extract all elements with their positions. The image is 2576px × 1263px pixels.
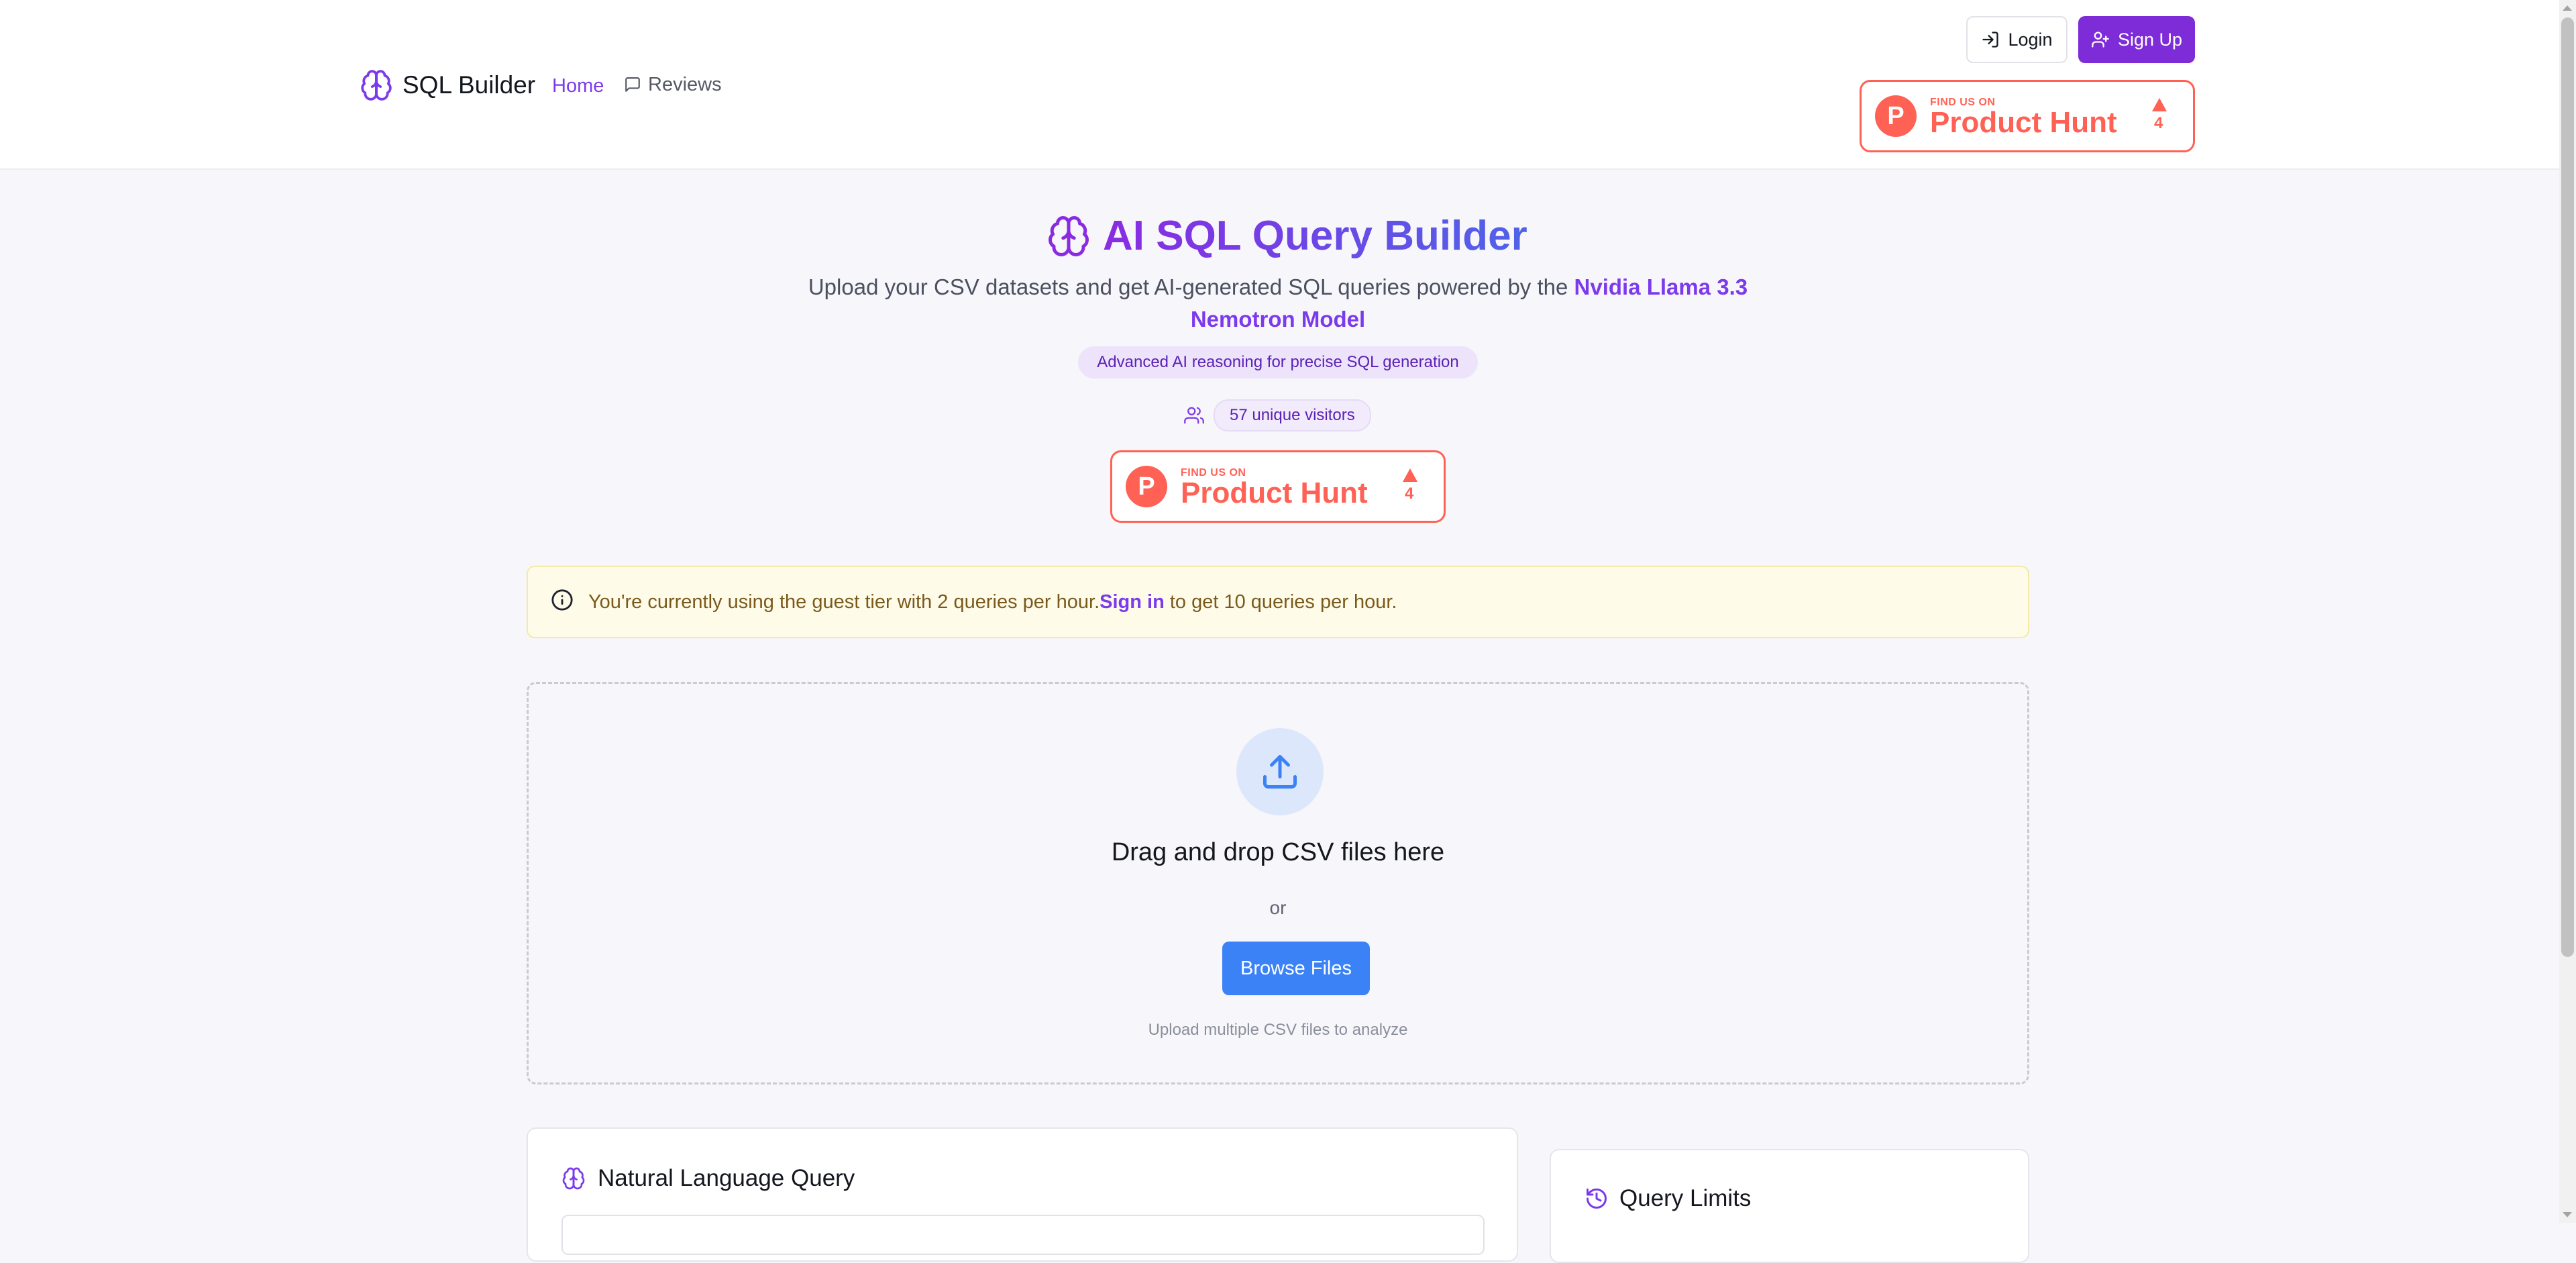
top-header: SQL Builder Home Reviews Login Sign Up P… — [0, 0, 2559, 170]
hero-subtitle: Upload your CSV datasets and get AI-gene… — [805, 271, 1751, 336]
model-name-highlight-2: Nemotron Model — [1190, 307, 1366, 332]
query-input[interactable] — [561, 1215, 1485, 1255]
csv-drop-zone[interactable]: Drag and drop CSV files here or Browse F… — [527, 682, 2029, 1084]
product-hunt-badge-hero[interactable]: P FIND US ON Product Hunt 4 — [1110, 450, 1446, 523]
upvote-count: 4 — [1405, 485, 1414, 503]
login-label: Login — [2008, 29, 2053, 50]
hero-title-text: AI SQL Query Builder — [1103, 209, 1527, 263]
ai-reasoning-pill: Advanced AI reasoning for precise SQL ge… — [1078, 346, 1478, 378]
notice-suffix: to get 10 queries per hour. — [1164, 591, 1397, 613]
scroll-down-arrow-icon[interactable] — [2563, 1212, 2572, 1217]
card-header: Query Limits — [1585, 1185, 1751, 1212]
brain-icon — [1046, 214, 1091, 258]
upload-icon — [1260, 752, 1300, 792]
product-hunt-big-text: Product Hunt — [1181, 476, 1368, 509]
users-icon — [1184, 405, 1204, 425]
brain-logo-icon[interactable] — [360, 68, 393, 102]
drop-zone-or: or — [1269, 897, 1287, 918]
history-icon — [1585, 1186, 1609, 1211]
natural-language-query-card: Natural Language Query — [527, 1127, 1518, 1262]
hero-title: AI SQL Query Builder — [1046, 209, 1527, 263]
log-in-icon — [1981, 30, 2000, 49]
scroll-up-arrow-icon[interactable] — [2563, 5, 2572, 11]
notice-prefix: You're currently using the guest tier wi… — [588, 591, 1100, 613]
product-hunt-logo-icon: P — [1126, 466, 1167, 507]
visitor-count-badge: 57 unique visitors — [1214, 399, 1371, 432]
message-square-icon — [624, 76, 641, 93]
nav-reviews-label: Reviews — [648, 74, 722, 95]
notice-text: You're currently using the guest tier wi… — [588, 587, 1397, 617]
brain-icon — [561, 1166, 586, 1191]
visitor-counter: 57 unique visitors — [1184, 399, 1371, 432]
browse-files-button[interactable]: Browse Files — [1222, 942, 1370, 995]
card-title: Query Limits — [1619, 1185, 1752, 1211]
app-logo-text[interactable]: SQL Builder — [402, 68, 535, 102]
upload-icon-circle — [1236, 728, 1324, 815]
sign-up-label: Sign Up — [2117, 29, 2183, 50]
upvote-count: 4 — [2154, 114, 2163, 132]
guest-tier-notice: You're currently using the guest tier wi… — [527, 566, 2029, 638]
product-hunt-big-text: Product Hunt — [1930, 106, 2117, 139]
model-name-highlight: Nvidia Llama 3.3 — [1574, 274, 1748, 299]
sign-up-button[interactable]: Sign Up — [2078, 16, 2195, 63]
card-header: Natural Language Query — [561, 1165, 855, 1192]
nav-reviews-link[interactable]: Reviews — [624, 71, 722, 98]
upvote-triangle-icon — [1403, 468, 1417, 482]
product-hunt-badge-header[interactable]: P FIND US ON Product Hunt 4 — [1860, 80, 2195, 152]
drop-zone-hint: Upload multiple CSV files to analyze — [1148, 1021, 1408, 1039]
sign-in-link[interactable]: Sign in — [1099, 591, 1165, 613]
card-title: Natural Language Query — [598, 1165, 855, 1191]
product-hunt-logo-icon: P — [1875, 95, 1917, 137]
login-button[interactable]: Login — [1966, 16, 2068, 63]
query-limits-card: Query Limits — [1550, 1149, 2029, 1263]
nav-home-link[interactable]: Home — [552, 72, 604, 99]
drop-zone-title: Drag and drop CSV files here — [1111, 838, 1445, 866]
scrollbar-thumb[interactable] — [2561, 17, 2574, 957]
upvote-triangle-icon — [2152, 98, 2167, 111]
hero-subtitle-text: Upload your CSV datasets and get AI-gene… — [808, 274, 1568, 299]
user-plus-icon — [2091, 30, 2110, 49]
info-icon — [551, 589, 574, 611]
